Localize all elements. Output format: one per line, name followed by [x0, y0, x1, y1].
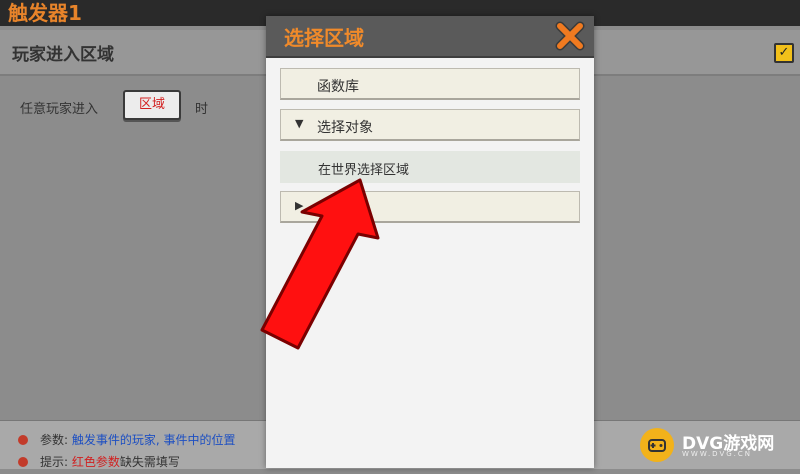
expand-arrow-icon: ▼	[295, 117, 304, 130]
red-arrow-icon	[260, 178, 380, 350]
close-icon-svg[interactable]	[554, 20, 586, 52]
select-object-label: 选择对象	[317, 120, 373, 136]
select-object-group[interactable]: ▼ 选择对象	[280, 109, 580, 141]
param-values[interactable]: 触发事件的玩家, 事件中的位置	[72, 433, 236, 447]
param-line: 参数: 触发事件的玩家, 事件中的位置	[18, 431, 236, 448]
hint-line: 提示: 红色参数缺失需填写	[18, 453, 180, 470]
param-label: 参数:	[40, 433, 69, 447]
condition-prefix: 任意玩家进入	[20, 102, 99, 117]
enabled-checkbox[interactable]: ✓	[774, 43, 794, 63]
hint-red-text: 红色参数	[71, 455, 120, 469]
library-item-label: 函数库	[317, 79, 359, 95]
gamepad-icon-svg	[648, 439, 666, 452]
hint-rest-text: 缺失需填写	[119, 455, 180, 469]
close-icon[interactable]	[554, 20, 586, 52]
library-item[interactable]: 函数库	[280, 68, 580, 100]
watermark: DVG游戏网 WWW.DVG.CN	[640, 428, 788, 462]
bullet-icon	[18, 435, 28, 445]
dialog-header: 选择区域	[266, 16, 594, 58]
gamepad-icon	[640, 428, 674, 462]
section-title: 玩家进入区域	[12, 45, 114, 65]
bullet-icon	[18, 457, 28, 467]
watermark-url: WWW.DVG.CN	[682, 450, 753, 458]
area-button[interactable]: 区域	[123, 90, 181, 120]
condition-suffix: 时	[195, 102, 209, 117]
hint-label: 提示:	[40, 455, 69, 469]
dialog-title: 选择区域	[284, 26, 364, 50]
